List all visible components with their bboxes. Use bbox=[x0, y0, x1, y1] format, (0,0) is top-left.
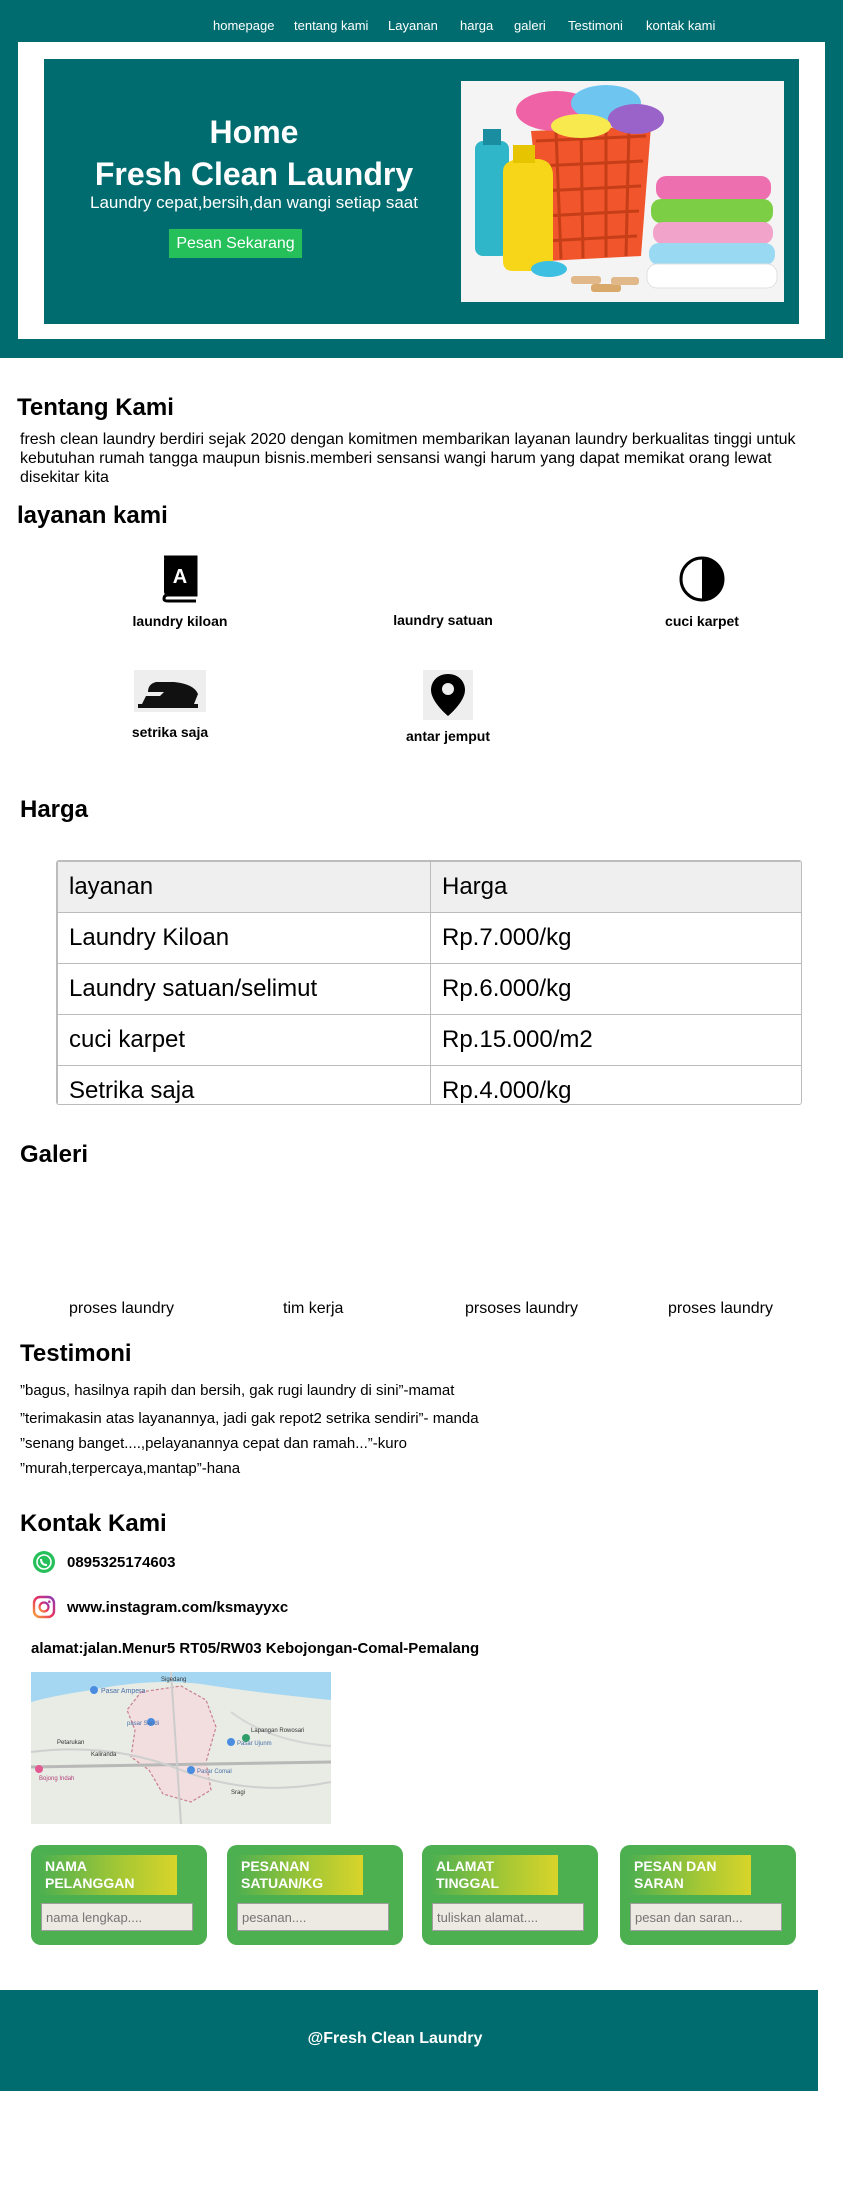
nav-layanan[interactable]: Layanan bbox=[388, 18, 438, 33]
table-cell: Rp.4.000/kg bbox=[430, 1065, 801, 1104]
message-input[interactable] bbox=[630, 1903, 782, 1931]
service-laundry-satuan: laundry satuan bbox=[383, 612, 503, 628]
laundry-basket-image bbox=[461, 81, 784, 302]
hero-title-line2: Fresh Clean Laundry bbox=[94, 156, 414, 192]
contact-phone-row: 0895325174603 bbox=[32, 1550, 175, 1574]
field-label: PESANAN SATUAN/KG bbox=[235, 1855, 363, 1895]
map-label: Pasar Ampera bbox=[101, 1688, 145, 1695]
table-row: cuci karpet Rp.15.000/m2 bbox=[57, 1014, 801, 1066]
gallery-caption: proses laundry bbox=[668, 1300, 773, 1317]
service-label: laundry satuan bbox=[393, 612, 493, 628]
service-antar-jemput: antar jemput bbox=[378, 670, 518, 744]
footer-text: @Fresh Clean Laundry bbox=[307, 2030, 483, 2047]
gallery-caption: prsoses laundry bbox=[465, 1300, 578, 1317]
svg-text:A: A bbox=[173, 566, 187, 588]
field-label: PESAN DAN SARAN bbox=[628, 1855, 751, 1895]
field-label: ALAMAT TINGGAL bbox=[430, 1855, 558, 1895]
address-input[interactable] bbox=[432, 1903, 584, 1931]
form-card-message: PESAN DAN SARAN bbox=[620, 1845, 796, 1945]
instagram-icon bbox=[32, 1595, 56, 1619]
table-cell: Laundry satuan/selimut bbox=[57, 963, 431, 1015]
hero-title: Home Fresh Clean Laundry bbox=[44, 111, 464, 195]
hero-banner: Home Fresh Clean Laundry Laundry cepat,b… bbox=[44, 59, 799, 324]
name-input[interactable] bbox=[41, 1903, 193, 1931]
services-heading: layanan kami bbox=[17, 502, 168, 529]
map-pin-icon bbox=[423, 670, 473, 720]
pricing-heading: Harga bbox=[20, 796, 89, 823]
about-heading: Tentang Kami bbox=[17, 394, 174, 421]
order-input[interactable] bbox=[237, 1903, 389, 1931]
form-card-address: ALAMAT TINGGAL bbox=[422, 1845, 598, 1945]
column-header: Harga bbox=[430, 861, 801, 913]
gallery-caption: tim kerja bbox=[283, 1300, 344, 1317]
nav-tentang-kami[interactable]: tentang kami bbox=[294, 18, 368, 33]
table-row: Laundry satuan/selimut Rp.6.000/kg bbox=[57, 963, 801, 1015]
about-text: fresh clean laundry berdiri sejak 2020 d… bbox=[20, 431, 796, 486]
field-label: NAMA PELANGGAN bbox=[39, 1855, 177, 1895]
map-label: Sragi bbox=[231, 1790, 245, 1796]
top-nav: homepage tentang kami Layanan harga gale… bbox=[0, 18, 843, 38]
map-label: Kaliranda bbox=[91, 1752, 117, 1758]
table-header-row: layanan Harga bbox=[57, 861, 801, 913]
testimonials-heading: Testimoni bbox=[20, 1340, 132, 1367]
gallery-caption: proses laundry bbox=[69, 1300, 174, 1317]
map-label: Lapangan Rowosari bbox=[251, 1728, 304, 1734]
table-cell: Setrika saja bbox=[57, 1065, 431, 1104]
map-label: Bojong Indah bbox=[39, 1776, 74, 1782]
service-cuci-karpet: cuci karpet bbox=[642, 555, 762, 629]
table-cell: Laundry Kiloan bbox=[57, 912, 431, 964]
map-label: Petarukan bbox=[57, 1740, 84, 1746]
testimonial-item: ”bagus, hasilnya rapih dan bersih, gak r… bbox=[20, 1382, 455, 1399]
contact-heading: Kontak Kami bbox=[20, 1510, 167, 1537]
testimonial-item: ”murah,terpercaya,mantap”-hana bbox=[20, 1460, 241, 1477]
hero-title-line1: Home bbox=[209, 114, 299, 150]
form-card-order: PESANAN SATUAN/KG bbox=[227, 1845, 403, 1945]
map-label: Sigedang bbox=[161, 1677, 186, 1683]
form-card-name: NAMA PELANGGAN bbox=[31, 1845, 207, 1945]
footer: @Fresh Clean Laundry bbox=[0, 1990, 818, 2091]
hero-subtitle: Laundry cepat,bersih,dan wangi setiap sa… bbox=[90, 193, 418, 212]
service-label: laundry kiloan bbox=[132, 613, 228, 629]
table-row: Laundry Kiloan Rp.7.000/kg bbox=[57, 912, 801, 964]
map-label: Pasar Comal bbox=[197, 1769, 232, 1775]
nav-homepage[interactable]: homepage bbox=[213, 18, 274, 33]
laundry-illustration bbox=[461, 81, 784, 302]
service-label: antar jemput bbox=[405, 728, 490, 744]
map-label: Pasar Ujunm bbox=[237, 1741, 272, 1747]
book-icon: A bbox=[162, 555, 198, 603]
whatsapp-icon bbox=[33, 1551, 55, 1573]
half-circle-icon bbox=[679, 556, 725, 602]
testimonial-item: ”terimakasin atas layanannya, jadi gak r… bbox=[20, 1410, 479, 1427]
iron-icon bbox=[134, 670, 206, 712]
table-cell: Rp.15.000/m2 bbox=[430, 1014, 801, 1066]
contact-address: alamat:jalan.Menur5 RT05/RW03 Kebojongan… bbox=[31, 1640, 480, 1657]
service-label: setrika saja bbox=[131, 724, 209, 740]
table-cell: cuci karpet bbox=[57, 1014, 431, 1066]
gallery-heading: Galeri bbox=[20, 1141, 89, 1168]
contact-instagram-row: www.instagram.com/ksmayyxc bbox=[32, 1595, 288, 1619]
table-row: Setrika saja Rp.4.000/kg bbox=[57, 1065, 801, 1104]
service-laundry-kiloan: A laundry kiloan bbox=[120, 555, 240, 629]
contact-phone[interactable]: 0895325174603 bbox=[67, 1554, 175, 1571]
nav-kontak-kami[interactable]: kontak kami bbox=[646, 18, 715, 33]
table-cell: Rp.7.000/kg bbox=[430, 912, 801, 964]
contact-instagram[interactable]: www.instagram.com/ksmayyxc bbox=[67, 1599, 288, 1616]
location-map[interactable]: Pasar Ampera Sigedang pasar Sendi Petaru… bbox=[31, 1672, 331, 1824]
column-header: layanan bbox=[57, 861, 431, 913]
order-now-button[interactable]: Pesan Sekarang bbox=[169, 229, 302, 258]
nav-harga[interactable]: harga bbox=[460, 18, 493, 33]
map-label: pasar Sendi bbox=[127, 1721, 159, 1727]
service-label: cuci karpet bbox=[665, 613, 739, 629]
service-setrika-saja: setrika saja bbox=[110, 670, 230, 740]
nav-testimoni[interactable]: Testimoni bbox=[568, 18, 623, 33]
nav-galeri[interactable]: galeri bbox=[514, 18, 546, 33]
testimonial-item: ”senang banget....,pelayanannya cepat da… bbox=[20, 1435, 407, 1452]
table-cell: Rp.6.000/kg bbox=[430, 963, 801, 1015]
map-graphic: Pasar Ampera Sigedang pasar Sendi Petaru… bbox=[31, 1672, 331, 1824]
price-table: layanan Harga Laundry Kiloan Rp.7.000/kg… bbox=[56, 860, 802, 1105]
